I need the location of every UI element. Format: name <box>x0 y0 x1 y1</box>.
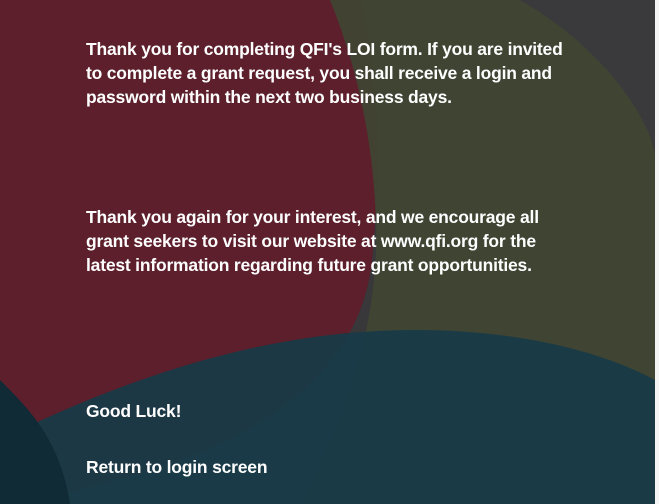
closing-text: Good Luck! <box>86 401 182 421</box>
interest-message: Thank you again for your interest, and w… <box>86 207 539 275</box>
window-edge <box>655 0 659 504</box>
confirmation-message: Thank you for completing QFI's LOI form.… <box>86 39 563 107</box>
return-to-login-link[interactable]: Return to login screen <box>86 455 268 479</box>
confirmation-screen: Thank you for completing QFI's LOI form.… <box>0 0 659 504</box>
confirmation-panel: Thank you for completing QFI's LOI form.… <box>0 0 655 504</box>
